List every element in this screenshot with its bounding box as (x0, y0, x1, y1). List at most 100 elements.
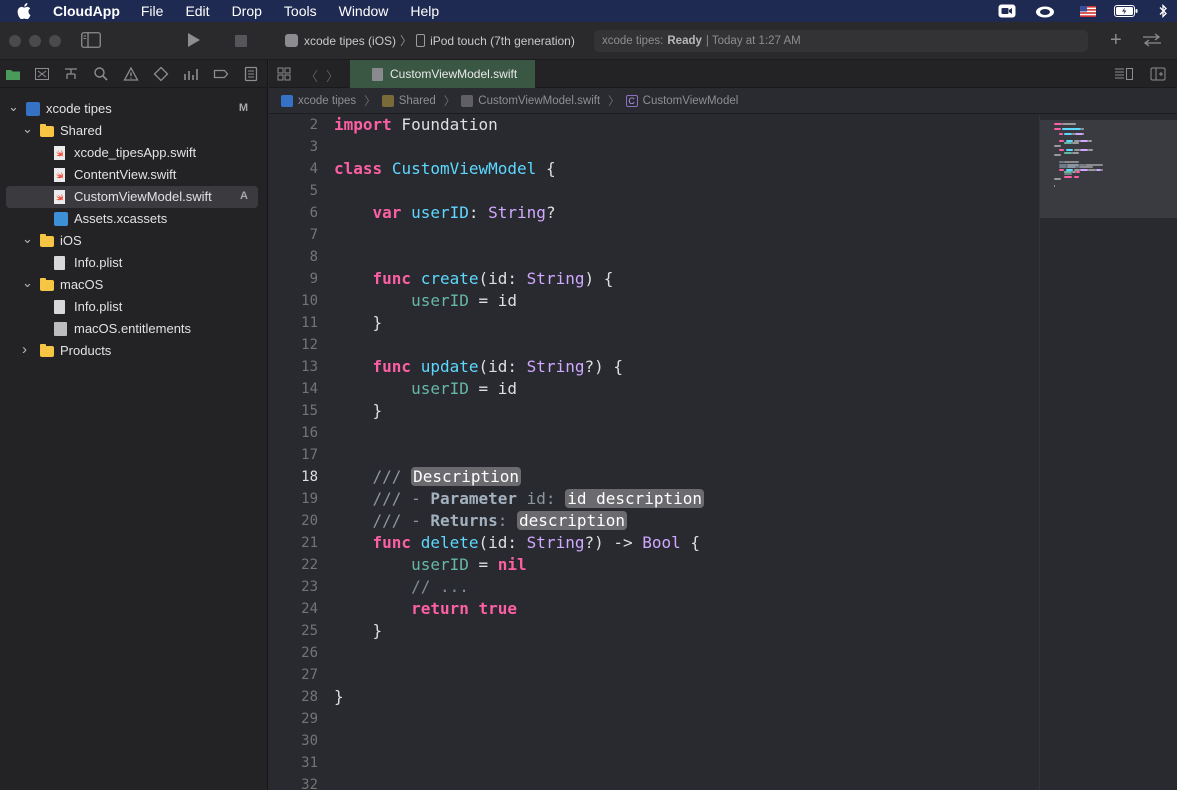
placeholder-token[interactable]: Description (411, 467, 522, 486)
tree-item[interactable]: xcode_tipesApp.swift (6, 142, 258, 164)
issue-warning-icon[interactable] (123, 66, 139, 82)
code-line[interactable]: 9 func create(id: String) { (269, 269, 1039, 291)
code-line[interactable]: 30 (269, 731, 1039, 753)
tree-item[interactable]: Info.plist (6, 296, 258, 318)
code-line[interactable]: 31 (269, 753, 1039, 775)
debug-navigator-icon[interactable] (183, 66, 199, 82)
breakpoint-navigator-icon[interactable] (213, 66, 229, 82)
minimize-window-button[interactable] (29, 35, 41, 47)
folder-navigator-icon[interactable] (5, 66, 21, 82)
tree-item[interactable]: Assets.xcassets (6, 208, 258, 230)
destination-name[interactable]: iPod touch (7th generation) (430, 34, 575, 48)
code-line[interactable]: 19 /// - Parameter id: id description (269, 489, 1039, 511)
bluetooth-icon[interactable] (1158, 0, 1168, 22)
code-line[interactable]: 7 (269, 225, 1039, 247)
code-line[interactable]: 8 (269, 247, 1039, 269)
code-line[interactable]: 12 (269, 335, 1039, 357)
us-flag-icon[interactable] (1080, 0, 1096, 22)
sidebar-toggle-icon[interactable] (81, 32, 101, 53)
line-number: 29 (301, 711, 318, 727)
chevron-down-icon[interactable]: ⌄ (22, 275, 33, 290)
apple-icon[interactable] (17, 3, 35, 19)
code-line[interactable]: 20 /// - Returns: description (269, 511, 1039, 533)
source-control-icon[interactable] (34, 66, 50, 82)
line-source: } (334, 621, 383, 640)
code-token: Foundation (391, 115, 498, 134)
minimap[interactable] (1039, 115, 1177, 790)
breadcrumb-file[interactable]: CustomViewModel.swift (461, 94, 600, 107)
menu-app-name[interactable]: CloudApp (53, 3, 120, 19)
device-icon (416, 34, 426, 47)
search-icon[interactable] (93, 66, 109, 82)
placeholder-token[interactable]: description (517, 511, 627, 530)
breadcrumb-project[interactable]: xcode tipes (281, 94, 356, 107)
code-line[interactable]: 22 userID = nil (269, 555, 1039, 577)
tree-item[interactable]: CustomViewModel.swift A (6, 186, 258, 208)
scheme-selector[interactable]: xcode tipes (iOS) 〉 iPod touch (7th gene… (285, 32, 575, 49)
menu-help[interactable]: Help (410, 3, 439, 19)
split-editor-icon[interactable] (1150, 67, 1166, 86)
code-line[interactable]: 16 (269, 423, 1039, 445)
menu-tools[interactable]: Tools (284, 3, 317, 19)
tree-item[interactable]: Info.plist (6, 252, 258, 274)
chevron-down-icon[interactable]: ⌄ (22, 121, 33, 136)
code-line[interactable]: 6 var userID: String? (269, 203, 1039, 225)
tree-item[interactable]: ⌄ macOS (6, 274, 258, 296)
code-token: func (372, 533, 412, 552)
code-line[interactable]: 28} (269, 687, 1039, 709)
tree-item[interactable]: ⌄ Shared (6, 120, 258, 142)
placeholder-token[interactable]: id description (565, 489, 705, 508)
code-line[interactable]: 17 (269, 445, 1039, 467)
cloud-icon[interactable] (1035, 0, 1055, 22)
run-button-icon[interactable] (187, 32, 201, 53)
grid-icon[interactable] (277, 67, 291, 86)
code-line[interactable]: 10 userID = id (269, 291, 1039, 313)
code-line[interactable]: 18 /// Description (269, 467, 1039, 489)
source-editor[interactable]: 2 import Foundation 3 4 class CustomViewMode… (269, 115, 1039, 790)
menu-window[interactable]: Window (339, 3, 389, 19)
code-line[interactable]: 5 (269, 181, 1039, 203)
chevron-right-icon[interactable]: › (22, 341, 32, 358)
back-chevron-icon[interactable]: 〈 (305, 66, 318, 85)
symbol-navigator-icon[interactable] (63, 66, 79, 82)
menu-file[interactable]: File (141, 3, 164, 19)
code-line[interactable]: 29 (269, 709, 1039, 731)
code-line[interactable]: 27 (269, 665, 1039, 687)
code-line[interactable]: 2 import Foundation (269, 115, 1039, 137)
code-line[interactable]: 21 func delete(id: String?) -> Bool { (269, 533, 1039, 555)
code-line[interactable]: 3 (269, 137, 1039, 159)
breadcrumb-folder[interactable]: Shared (381, 94, 436, 107)
code-line[interactable]: 11 } (269, 313, 1039, 335)
tab-customviewmodel[interactable]: CustomViewModel.swift (350, 60, 535, 88)
editor-options-icon[interactable] (1114, 67, 1134, 86)
zoom-window-button[interactable] (49, 35, 61, 47)
zoom-icon[interactable] (998, 0, 1016, 22)
menu-edit[interactable]: Edit (185, 3, 209, 19)
tree-item[interactable]: ⌄ iOS (6, 230, 258, 252)
tree-item[interactable]: › Products (6, 340, 258, 362)
code-line[interactable]: 24 return true (269, 599, 1039, 621)
battery-icon[interactable] (1114, 0, 1138, 22)
code-review-icon[interactable] (1142, 33, 1162, 52)
code-line[interactable]: 15 } (269, 401, 1039, 423)
code-line[interactable]: 25 } (269, 621, 1039, 643)
library-plus-icon[interactable]: + (1110, 30, 1122, 50)
chevron-down-icon[interactable]: ⌄ (22, 231, 33, 246)
code-line[interactable]: 32 (269, 775, 1039, 790)
code-line[interactable]: 23 // ... (269, 577, 1039, 599)
test-navigator-icon[interactable] (153, 66, 169, 82)
code-line[interactable]: 26 (269, 643, 1039, 665)
forward-chevron-icon[interactable]: 〉 (326, 66, 339, 85)
close-window-button[interactable] (9, 35, 21, 47)
code-line[interactable]: 14 userID = id (269, 379, 1039, 401)
menu-drop[interactable]: Drop (232, 3, 262, 19)
tree-item[interactable]: ⌄ xcode tipes M (6, 98, 258, 120)
report-navigator-icon[interactable] (243, 66, 259, 82)
code-line[interactable]: 13 func update(id: String?) { (269, 357, 1039, 379)
stop-button-icon[interactable] (235, 34, 247, 52)
breadcrumb-symbol[interactable]: C CustomViewModel (625, 94, 738, 107)
tree-item[interactable]: ContentView.swift (6, 164, 258, 186)
code-line[interactable]: 4 class CustomViewModel { (269, 159, 1039, 181)
chevron-down-icon[interactable]: ⌄ (8, 99, 19, 114)
tree-item[interactable]: macOS.entitlements (6, 318, 258, 340)
